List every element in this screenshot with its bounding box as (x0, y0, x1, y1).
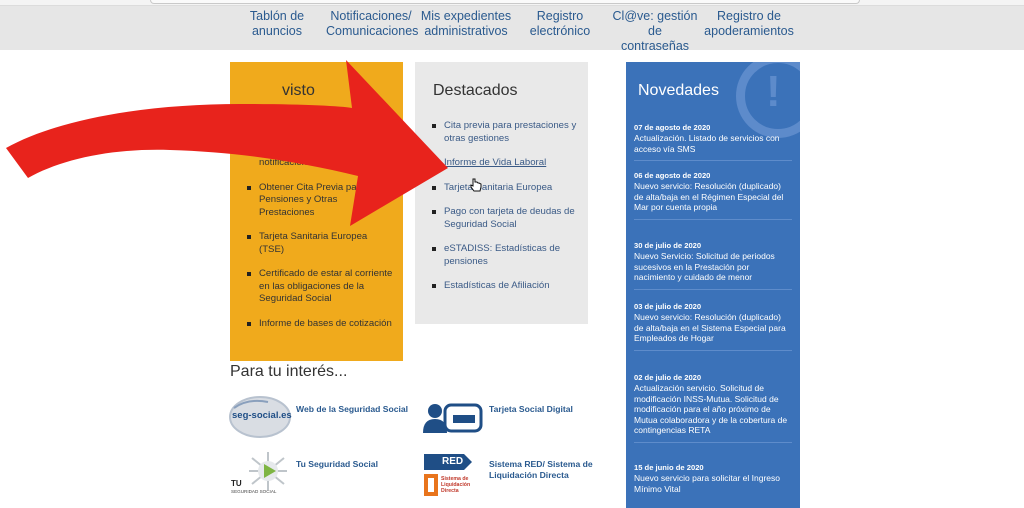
link-tu-seguridad-social[interactable]: Tu Seguridad Social (296, 459, 406, 470)
para-tu-interes-title: Para tu interés... (230, 363, 348, 380)
hand-cursor-icon (470, 178, 482, 192)
list-item[interactable]: Tarjeta Sanitaria Europea (TSE) (246, 231, 394, 256)
nav-notificaciones[interactable]: Notificaciones/Comunicaciones (326, 9, 419, 39)
list-item[interactable]: Estadísticas de Afiliación (431, 280, 579, 293)
tu-seguridad-social-logo[interactable]: TU SEGURIDAD SOCIAL (228, 448, 290, 500)
nav-mis-expedientes[interactable]: Mis expedientes administrativos (420, 9, 512, 39)
id-card-graphic (423, 403, 483, 433)
destacados-panel: Destacados Cita previa para prestaciones… (415, 62, 588, 324)
list-item[interactable]: Pago con tarjeta de deudas de Seguridad … (431, 206, 579, 231)
nav-label: Tablón de (249, 9, 305, 23)
liquidacion-logo-text: Sistema de Liquidación Directa (441, 476, 471, 494)
nav-registro-electronico[interactable]: Registro electrónico (525, 9, 595, 39)
list-item[interactable]: Certificado de estar al corriente en las… (246, 268, 394, 306)
news-text: Nuevo servicio para solicitar el Ingreso… (634, 473, 780, 494)
novedades-title: Novedades (638, 82, 719, 99)
nav-label: Notificaciones/ (330, 9, 412, 23)
list-item[interactable]: eSTADISS: Estadísticas de pensiones (431, 243, 579, 268)
destacados-title: Destacados (433, 82, 518, 99)
nav-tablon-anuncios[interactable]: Tablón de anuncios (247, 9, 307, 39)
nav-label: Cl@ve: gestión de (612, 9, 698, 38)
list-item[interactable]: Consulta y firma de notificaciones tel (246, 145, 394, 170)
news-text: Actualización. Listado de servicios con … (634, 133, 780, 154)
tu-logo-subtext: SEGURIDAD SOCIAL (231, 489, 277, 494)
nav-clave-contrasenas[interactable]: Cl@ve: gestión de contraseñas (605, 9, 705, 54)
top-navigation: Tablón de anuncios Notificaciones/Comunic… (0, 6, 1024, 53)
nav-label: Mis expedientes (420, 9, 512, 23)
id-card-icon[interactable] (423, 401, 483, 435)
news-text: Nuevo servicio: Resolución (duplicado) d… (634, 312, 786, 343)
tu-logo-text: TU (231, 479, 242, 488)
lo-mas-visto-panel: visto Informe de vi Consulta y firma de … (230, 62, 403, 361)
list-item[interactable]: Tarjeta Sanitaria Europea (431, 182, 579, 195)
news-date: 30 de julio de 2020 (634, 241, 702, 250)
nav-registro-apoderamientos[interactable]: Registro de apoderamientos (703, 9, 795, 39)
nav-label: administrativos (424, 24, 508, 38)
list-item[interactable]: Obtener Cita Previa para Pensiones y Otr… (246, 182, 394, 220)
link-sistema-red[interactable]: Sistema RED/ Sistema de Liquidación Dire… (489, 459, 604, 481)
news-date: 02 de julio de 2020 (634, 373, 702, 382)
seg-social-logo-text: seg-social.es (232, 410, 292, 421)
news-date: 03 de julio de 2020 (634, 302, 702, 311)
news-text: Actualización servicio. Solicitud de mod… (634, 383, 788, 435)
nav-label: Registro (536, 9, 584, 23)
news-item[interactable]: 06 de agosto de 2020 Nuevo servicio: Res… (634, 170, 792, 220)
novedades-panel: ! Novedades 07 de agosto de 2020 Actuali… (626, 62, 800, 508)
link-tarjeta-social-digital[interactable]: Tarjeta Social Digital (489, 404, 599, 415)
news-text: Nuevo Servicio: Solicitud de periodos su… (634, 251, 775, 282)
list-item[interactable]: Cita previa para prestaciones y otras ge… (431, 120, 579, 145)
red-logo-text: RED (442, 456, 464, 467)
news-item[interactable]: 07 de agosto de 2020 Actualización. List… (634, 122, 792, 161)
nav-label: Registro de (717, 9, 781, 23)
nav-label: Comunicaciones (326, 24, 419, 38)
news-item[interactable]: 02 de julio de 2020 Actualización servic… (634, 372, 792, 443)
list-item-hovered[interactable]: Informe de Vida Laboral (431, 157, 579, 170)
news-date: 15 de junio de 2020 (634, 463, 704, 472)
address-bar-edge (150, 0, 860, 4)
news-item[interactable]: 30 de julio de 2020 Nuevo Servicio: Soli… (634, 240, 792, 290)
destacados-list: Cita previa para prestaciones y otras ge… (431, 120, 579, 305)
lo-mas-visto-list: Informe de vi Consulta y firma de notifi… (246, 120, 394, 342)
nav-label: apoderamientos (704, 24, 794, 38)
nav-label: anuncios (251, 24, 303, 38)
news-date: 06 de agosto de 2020 (634, 171, 711, 180)
news-date: 07 de agosto de 2020 (634, 123, 711, 132)
list-item[interactable]: Informe de bases de cotización (246, 318, 394, 331)
link-web-seguridad-social[interactable]: Web de la Seguridad Social (296, 404, 416, 415)
seg-social-logo[interactable]: seg-social.es (228, 394, 292, 440)
list-item[interactable]: Informe de vi (246, 120, 394, 133)
nav-label: contraseñas (620, 39, 690, 53)
lo-mas-visto-title: visto (282, 82, 315, 99)
nav-label: electrónico (529, 24, 591, 38)
news-item[interactable]: 03 de julio de 2020 Nuevo servicio: Reso… (634, 301, 792, 351)
news-text: Nuevo servicio: Resolución (duplicado) d… (634, 181, 784, 212)
sistema-red-logo[interactable]: RED Sistema de Liquidación Directa (422, 452, 484, 498)
exclamation-icon: ! (766, 67, 781, 116)
news-item[interactable]: 15 de junio de 2020 Nuevo servicio para … (634, 462, 792, 500)
